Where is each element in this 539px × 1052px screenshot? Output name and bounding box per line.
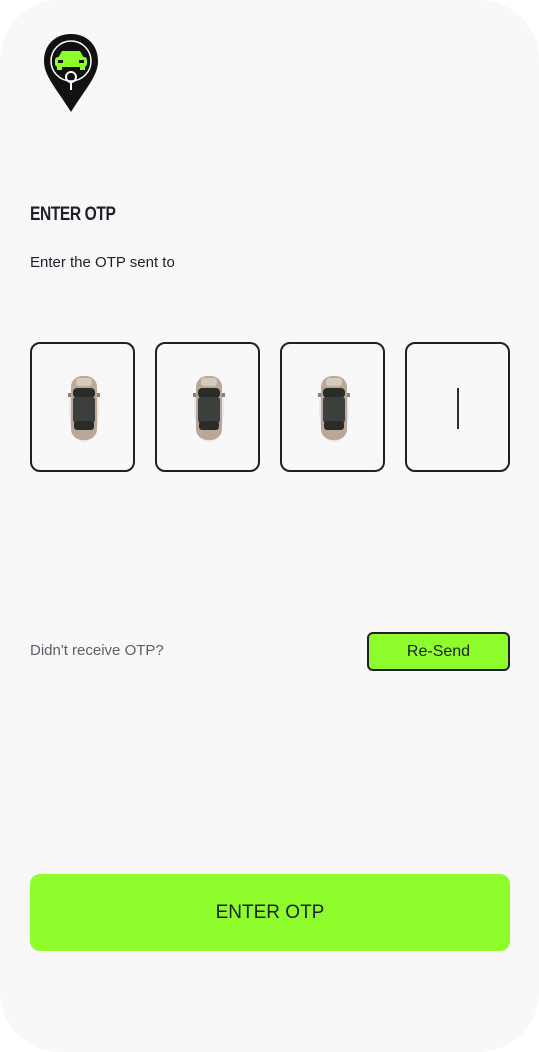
car-icon <box>318 376 350 442</box>
text-cursor <box>457 388 459 429</box>
enter-otp-button[interactable]: ENTER OTP <box>30 874 510 951</box>
otp-digit-1[interactable] <box>30 342 135 472</box>
car-location-pin-icon <box>40 32 102 114</box>
car-icon <box>68 376 100 442</box>
car-icon <box>193 376 225 442</box>
otp-instruction: Enter the OTP sent to <box>30 254 175 271</box>
resend-button[interactable]: Re-Send <box>367 632 510 671</box>
otp-digit-4[interactable] <box>405 342 510 472</box>
page-title: ENTER OTP <box>30 204 116 225</box>
otp-input-group <box>30 342 510 472</box>
otp-screen: ENTER OTP Enter the OTP sent to Didn't r… <box>0 0 539 1052</box>
resend-prompt: Didn't receive OTP? <box>30 642 164 659</box>
otp-digit-3[interactable] <box>280 342 385 472</box>
otp-digit-2[interactable] <box>155 342 260 472</box>
